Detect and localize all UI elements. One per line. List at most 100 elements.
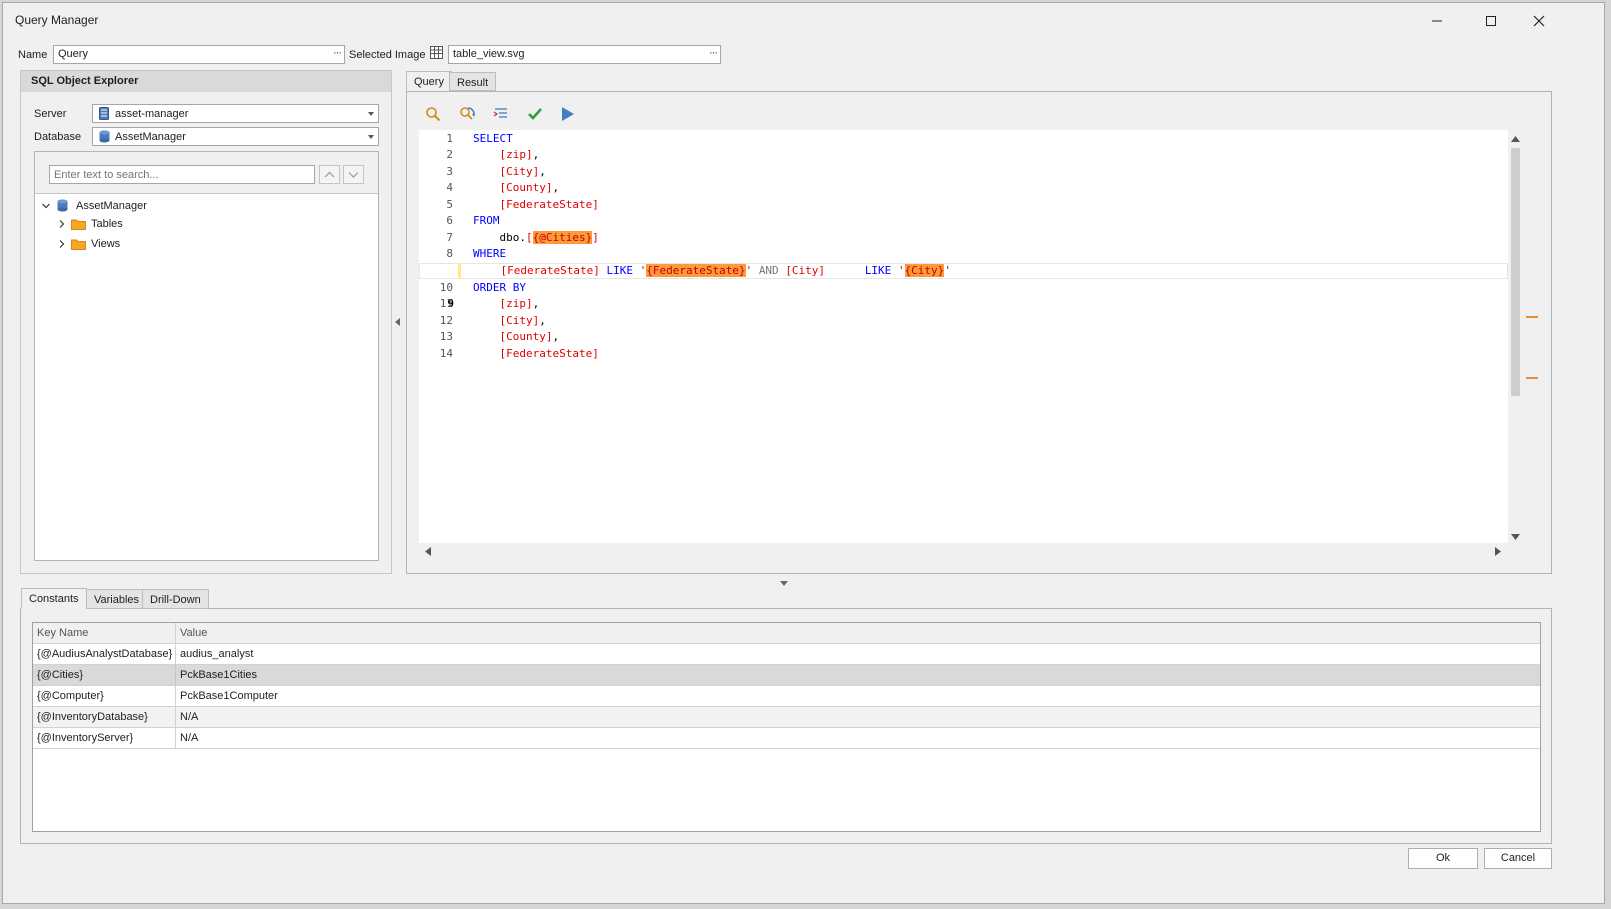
line-number: 5 — [446, 198, 453, 211]
tab-strip-line — [208, 608, 1552, 609]
validate-button[interactable] — [527, 106, 543, 125]
search-icon — [426, 107, 441, 122]
tree-item-views[interactable]: Views — [57, 238, 120, 250]
row-value: PckBase1Cities — [180, 669, 258, 681]
selected-image-field[interactable]: table_view.svg ··· — [448, 45, 721, 64]
query-panel: 1 SELECT 2 [zip], 3 [City], 4 [County], 5… — [406, 91, 1552, 574]
name-field[interactable]: Query ··· — [53, 45, 345, 64]
folder-icon — [71, 239, 86, 250]
scroll-left-arrow[interactable] — [425, 547, 432, 559]
line-change-marker — [458, 263, 461, 279]
tree-item-root[interactable]: AssetManager — [41, 199, 147, 212]
chevron-down-icon — [368, 112, 374, 116]
close-icon — [1533, 15, 1545, 27]
row-key: {@AudiusAnalystDatabase} — [33, 644, 176, 664]
database-label: Database — [34, 131, 82, 143]
line-number: 6 — [446, 214, 453, 227]
database-icon — [57, 199, 68, 212]
minimize-icon — [1432, 20, 1442, 22]
table-row[interactable]: {@InventoryServer} N/A — [33, 728, 1540, 749]
scroll-down-arrow[interactable] — [1511, 532, 1520, 544]
line-number: 10 — [439, 281, 453, 294]
splitter-collapse-left-icon[interactable] — [395, 317, 401, 329]
row-key: {@Cities} — [33, 665, 176, 685]
arrow-up-icon — [1511, 136, 1520, 142]
sql-editor[interactable]: 1 SELECT 2 [zip], 3 [City], 4 [County], 5… — [419, 130, 1508, 543]
checkmark-icon — [528, 108, 542, 120]
replace-button[interactable] — [459, 106, 476, 125]
tab-constants[interactable]: Constants — [21, 588, 87, 609]
ok-button[interactable]: Ok — [1408, 848, 1478, 869]
arrow-right-icon — [1495, 547, 1501, 556]
tab-query[interactable]: Query — [406, 71, 452, 91]
tab-variables[interactable]: Variables — [86, 589, 148, 609]
server-icon — [99, 107, 109, 123]
highlight-marker — [1526, 316, 1538, 318]
line-number: 2 — [446, 148, 453, 161]
row-value: N/A — [180, 732, 199, 744]
tab-result[interactable]: Result — [449, 72, 497, 91]
tree-item-label: Tables — [91, 218, 123, 230]
table-row[interactable]: {@AudiusAnalystDatabase} audius_analyst — [33, 644, 1540, 665]
search-next-button[interactable] — [343, 165, 364, 184]
splitter-collapse-down-icon[interactable] — [780, 577, 788, 589]
format-indent-icon — [493, 108, 507, 118]
close-button[interactable] — [1517, 7, 1561, 35]
row-value: audius_analyst — [180, 648, 254, 660]
column-header-key[interactable]: Key Name — [33, 623, 176, 643]
search-previous-button[interactable] — [319, 165, 340, 184]
arrow-down-icon — [1511, 534, 1520, 540]
tree-search-input[interactable] — [49, 165, 315, 184]
selected-image-value: table_view.svg — [453, 48, 525, 60]
line-number: 11 — [439, 297, 453, 310]
row-key: {@InventoryDatabase} — [33, 707, 176, 727]
database-value: AssetManager — [115, 131, 186, 143]
line-number: 7 — [446, 231, 453, 244]
find-button[interactable] — [425, 106, 441, 125]
cancel-button[interactable]: Cancel — [1484, 848, 1552, 869]
server-combo[interactable]: asset-manager — [92, 104, 379, 123]
tree-item-tables[interactable]: Tables — [57, 218, 123, 230]
maximize-icon — [1486, 16, 1496, 26]
execute-button[interactable] — [560, 106, 576, 125]
grid-header: Key Name Value — [33, 623, 1540, 644]
play-icon — [562, 107, 574, 121]
arrow-left-icon — [425, 547, 431, 556]
minimize-button[interactable] — [1415, 7, 1459, 35]
row-value: PckBase1Computer — [180, 690, 278, 702]
server-label: Server — [34, 108, 67, 120]
name-label: Name — [18, 49, 48, 61]
chevron-right-icon — [59, 220, 65, 228]
vertical-scrollbar-thumb[interactable] — [1511, 148, 1520, 396]
table-row[interactable]: {@InventoryDatabase} N/A — [33, 707, 1540, 728]
tab-drill-down[interactable]: Drill-Down — [142, 589, 209, 609]
row-key: {@Computer} — [33, 686, 176, 706]
name-ellipsis-button[interactable]: ··· — [333, 47, 342, 59]
scroll-right-arrow[interactable] — [1495, 547, 1502, 559]
row-key: {@InventoryServer} — [33, 728, 176, 748]
server-value: asset-manager — [115, 108, 189, 120]
selected-image-ellipsis-button[interactable]: ··· — [709, 47, 718, 59]
line-number: 1 — [446, 132, 453, 145]
column-header-value[interactable]: Value — [176, 623, 1476, 643]
format-button[interactable] — [493, 106, 509, 125]
window-title: Query Manager — [15, 13, 99, 27]
line-number: 8 — [446, 247, 453, 260]
tree-search-row — [35, 152, 378, 194]
database-combo[interactable]: AssetManager — [92, 127, 379, 146]
line-number: 13 — [439, 330, 453, 343]
highlight-marker — [1526, 377, 1538, 379]
replace-icon — [460, 107, 475, 120]
current-line: 9 [FederateState] LIKE '{FederateState}'… — [419, 263, 1508, 310]
scroll-up-arrow[interactable] — [1511, 134, 1520, 146]
maximize-button[interactable] — [1469, 7, 1513, 35]
line-number: 4 — [446, 181, 453, 194]
table-row-selected[interactable]: {@Cities} PckBase1Cities — [33, 665, 1540, 686]
table-view-icon — [430, 46, 443, 62]
chevron-down-icon — [42, 203, 50, 208]
tree-item-label: AssetManager — [76, 199, 147, 212]
constants-grid: Key Name Value {@AudiusAnalystDatabase} … — [32, 622, 1541, 832]
row-value: N/A — [180, 711, 199, 723]
table-row[interactable]: {@Computer} PckBase1Computer — [33, 686, 1540, 707]
chevron-right-icon — [59, 240, 65, 248]
